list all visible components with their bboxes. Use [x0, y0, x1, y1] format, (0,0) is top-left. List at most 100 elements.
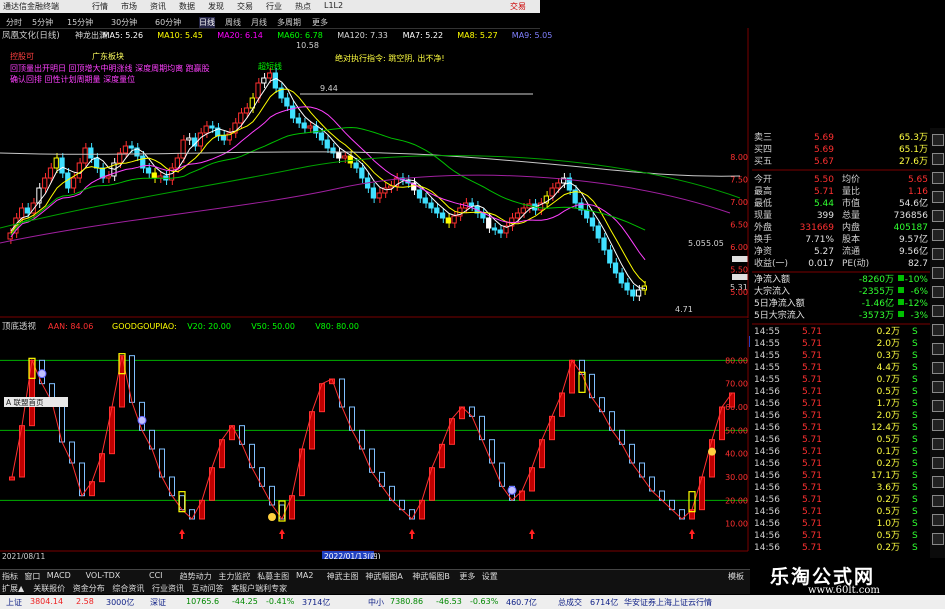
flow-value: -1.46亿 — [862, 297, 894, 309]
period-tab[interactable]: 15分钟 — [67, 17, 93, 28]
side-tool-icon[interactable] — [932, 229, 944, 241]
indicator-legend-item: V80: 80.00 — [315, 322, 359, 331]
side-tool-icon[interactable] — [932, 533, 944, 545]
indicator-tab[interactable]: 神武幅图A — [365, 571, 402, 582]
indicator-tab[interactable]: 神武主图 — [327, 571, 359, 582]
price-axis-tick: 5.00 — [730, 288, 748, 297]
top-menu-item[interactable]: 资讯 — [150, 1, 166, 12]
period-tab[interactable]: 日线 — [199, 17, 215, 28]
candle-body — [612, 262, 619, 274]
ma-legend-item: MA5: 5.26 — [103, 31, 144, 40]
side-tool-icon[interactable] — [932, 172, 944, 184]
bottom-tab[interactable]: 客服户端利专家 — [231, 583, 287, 594]
indicator-bar — [9, 476, 15, 481]
side-tool-icon[interactable] — [932, 514, 944, 526]
price-label: 5.05 — [706, 239, 724, 248]
bottom-tab[interactable]: 关联报价 — [33, 583, 65, 594]
period-tab[interactable]: 周线 — [225, 17, 241, 28]
side-tool-icon[interactable] — [932, 153, 944, 165]
flow-label: 5日净流入额 — [754, 297, 805, 309]
candle-body — [307, 125, 313, 129]
tick-price: 5.71 — [802, 495, 822, 505]
tick-price: 5.71 — [802, 543, 822, 553]
ma-legend-item: MA20: 6.14 — [217, 31, 263, 40]
side-tool-icon[interactable] — [932, 476, 944, 488]
template-tab[interactable]: 模板 — [728, 571, 744, 582]
side-tool-icon[interactable] — [932, 191, 944, 203]
candle-body — [618, 272, 624, 284]
status-bar: 上证 3804.14 2.58 3000亿 深证 10765.6 -44.25 -0.41% 3… — [0, 595, 945, 609]
top-menu-item[interactable]: 行业 — [266, 1, 282, 12]
candle-body — [445, 217, 451, 224]
top-menu-item[interactable]: L1L2 — [324, 1, 343, 10]
candle-body — [422, 197, 428, 204]
side-tool-icon[interactable] — [932, 457, 944, 469]
period-tab[interactable]: 更多 — [312, 17, 328, 28]
top-menu-item[interactable]: 热点 — [295, 1, 311, 12]
indicator-legend-item: AAN: 84.06 — [48, 322, 93, 331]
stat-label: 净资 — [754, 245, 772, 257]
bottom-tab[interactable]: 行业资讯 — [152, 583, 184, 594]
ma10-line — [10, 88, 646, 284]
period-tab[interactable]: 60分钟 — [155, 17, 181, 28]
period-tab[interactable]: 月线 — [251, 17, 267, 28]
top-menu-item[interactable]: 市场 — [121, 1, 137, 12]
side-tool-icon[interactable] — [932, 381, 944, 393]
stat-label: 外盘 — [754, 221, 772, 233]
side-tool-icon[interactable] — [932, 134, 944, 146]
stat-value: 0.017 — [808, 259, 834, 269]
indicator-tab[interactable]: 私募主图 — [257, 571, 289, 582]
side-tool-icon[interactable] — [932, 419, 944, 431]
candle-body — [145, 167, 152, 174]
tick-price: 5.71 — [802, 375, 822, 385]
indicator-tab[interactable]: 趋势动力 — [180, 571, 212, 582]
side-tool-icon[interactable] — [932, 400, 944, 412]
tick-time: 14:55 — [754, 339, 780, 349]
side-tool-icon[interactable] — [932, 343, 944, 355]
side-tool-icon[interactable] — [932, 267, 944, 279]
bottom-tab[interactable]: 资金分布 — [73, 583, 105, 594]
tick-volume: 0.5万 — [877, 387, 900, 397]
flow-pct: -6% — [910, 287, 928, 297]
indicator-tab[interactable]: 主力监控 — [218, 571, 250, 582]
side-tool-icon[interactable] — [932, 495, 944, 507]
indicator-tab[interactable]: MA2 — [296, 571, 313, 580]
side-tool-icon[interactable] — [932, 362, 944, 374]
top-menu-item[interactable]: 发现 — [208, 1, 224, 12]
bottom-tab[interactable]: 互动问答 — [192, 583, 224, 594]
indicator-tab[interactable]: 指标 — [2, 571, 18, 582]
side-tool-icon[interactable] — [932, 210, 944, 222]
indicator-tab[interactable]: 更多 — [459, 571, 475, 582]
tick-side: S — [912, 387, 918, 397]
indicator-tab[interactable]: MACD — [47, 571, 71, 580]
stat-label: 最高 — [754, 185, 772, 197]
period-tab[interactable]: 分时 — [6, 17, 22, 28]
side-tool-icon[interactable] — [932, 324, 944, 336]
side-tool-icon[interactable] — [932, 438, 944, 450]
indicator-tab[interactable]: 设置 — [482, 571, 498, 582]
period-tab[interactable]: 30分钟 — [111, 17, 137, 28]
stat-label: 股本 — [842, 233, 860, 245]
trade-menu[interactable]: 交易 — [510, 1, 526, 12]
indicator-tab[interactable]: 窗口 — [24, 571, 40, 582]
indicator-tab[interactable]: VOL-TDX — [86, 571, 121, 580]
top-menu-item[interactable]: 行情 — [92, 1, 108, 12]
period-tab[interactable]: 多周期 — [277, 17, 301, 28]
bottom-tab[interactable]: 综合资讯 — [112, 583, 144, 594]
candle-body — [238, 112, 244, 124]
candle-body — [635, 289, 642, 297]
top-menu-item[interactable]: 数据 — [179, 1, 195, 12]
side-tool-icon[interactable] — [932, 305, 944, 317]
ma5-line — [10, 77, 646, 289]
indicator-tab[interactable]: CCI — [149, 571, 163, 580]
bottom-tab[interactable]: 扩展▲ — [2, 583, 24, 594]
tick-volume: 0.5万 — [877, 531, 900, 541]
candle-body — [428, 202, 434, 209]
ask-volume: 65.1万 — [899, 145, 928, 155]
side-tool-icon[interactable] — [932, 248, 944, 260]
period-tab[interactable]: 5分钟 — [32, 17, 53, 28]
side-tool-icon[interactable] — [932, 286, 944, 298]
candle-body — [497, 229, 503, 234]
indicator-tab[interactable]: 神武幅图B — [412, 571, 450, 582]
top-menu-item[interactable]: 交易 — [237, 1, 253, 12]
